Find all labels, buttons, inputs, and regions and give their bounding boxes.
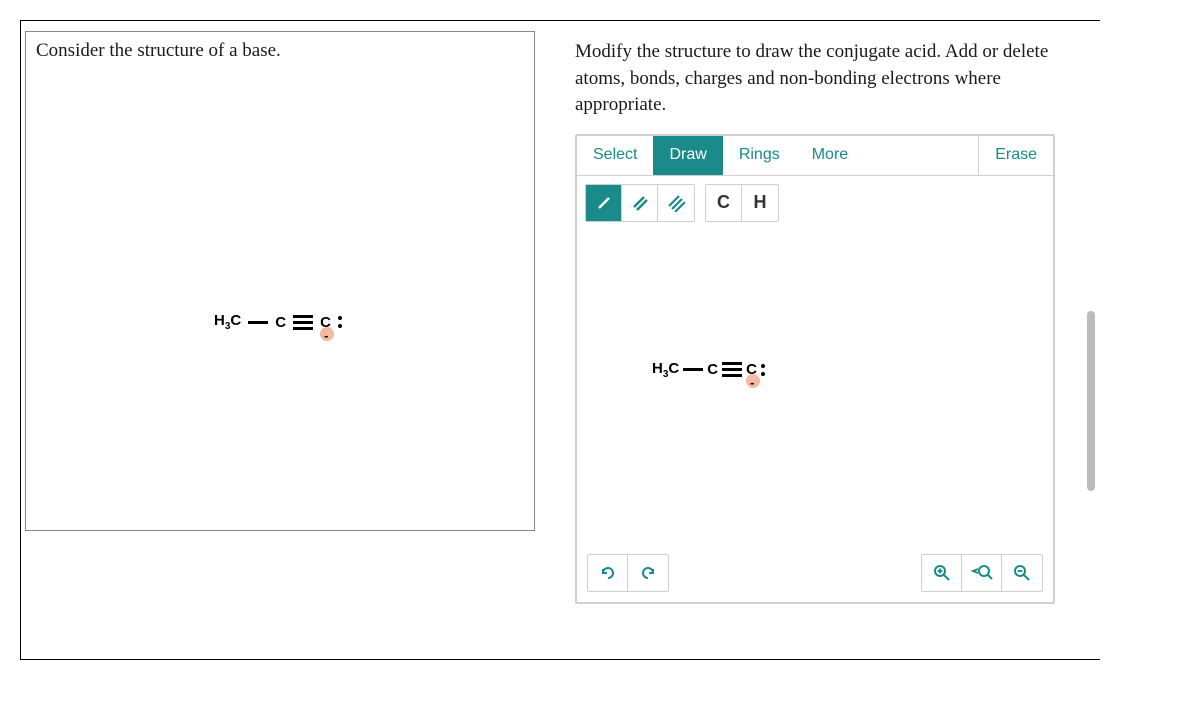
tab-rings[interactable]: Rings xyxy=(723,136,796,175)
prompt-panel: Consider the structure of a base. H3C C … xyxy=(25,31,535,531)
editor-bottom-controls xyxy=(587,554,1043,592)
bond-single-tool[interactable] xyxy=(586,185,622,221)
zoom-in-icon xyxy=(932,563,952,583)
question-container: Consider the structure of a base. H3C C … xyxy=(20,20,1100,660)
bond-tool-group xyxy=(585,184,695,222)
bond-triple-tool[interactable] xyxy=(658,185,694,221)
atom-hydrogen-tool[interactable]: H xyxy=(742,185,778,221)
canvas-atom-c1[interactable]: C xyxy=(707,361,718,378)
instructions-text: Modify the structure to draw the conjuga… xyxy=(575,39,1055,119)
undo-icon xyxy=(598,563,618,583)
base-molecule: H3C C C xyxy=(211,312,342,332)
editor-toolbar-tabs: Select Draw Rings More Erase xyxy=(577,136,1053,176)
canvas-atom-c-terminal-negative[interactable]: C xyxy=(746,361,757,378)
molecule-editor: Select Draw Rings More Erase xyxy=(575,134,1055,604)
atom-carbon-tool[interactable]: C xyxy=(706,185,742,221)
zoom-in-button[interactable] xyxy=(922,555,962,591)
atom-c-terminal-negative: C xyxy=(320,314,331,331)
tab-select[interactable]: Select xyxy=(577,136,653,175)
answer-panel: Modify the structure to draw the conjuga… xyxy=(575,21,1065,659)
bond-double-tool[interactable] xyxy=(622,185,658,221)
undo-redo-group xyxy=(587,554,669,592)
tab-draw[interactable]: Draw xyxy=(653,136,722,175)
redo-button[interactable] xyxy=(628,555,668,591)
canvas-bond-triple[interactable] xyxy=(722,362,742,377)
redo-icon xyxy=(638,563,658,583)
atom-h3c: H3C xyxy=(214,312,241,332)
zoom-out-button[interactable] xyxy=(1002,555,1042,591)
canvas-lone-pair[interactable] xyxy=(761,364,765,376)
zoom-reset-button[interactable] xyxy=(962,555,1002,591)
zoom-reset-icon xyxy=(971,563,993,583)
tab-erase[interactable]: Erase xyxy=(978,136,1053,175)
undo-button[interactable] xyxy=(588,555,628,591)
canvas-molecule[interactable]: H3C C C xyxy=(652,360,765,380)
zoom-group xyxy=(921,554,1043,592)
editor-toolbar-tools: C H xyxy=(577,176,1053,230)
atom-c1: C xyxy=(275,314,286,331)
atom-tool-group: C H xyxy=(705,184,779,222)
page-scrollbar[interactable] xyxy=(1087,311,1095,491)
editor-canvas[interactable]: H3C C C xyxy=(577,230,1053,550)
bond-single xyxy=(248,321,268,324)
prompt-title: Consider the structure of a base. xyxy=(36,40,524,62)
tab-more[interactable]: More xyxy=(796,136,864,175)
zoom-out-icon xyxy=(1012,563,1032,583)
canvas-atom-h3c[interactable]: H3C xyxy=(652,360,679,380)
lone-pair xyxy=(338,316,342,328)
bond-triple xyxy=(293,315,313,330)
canvas-bond-single[interactable] xyxy=(683,368,703,371)
